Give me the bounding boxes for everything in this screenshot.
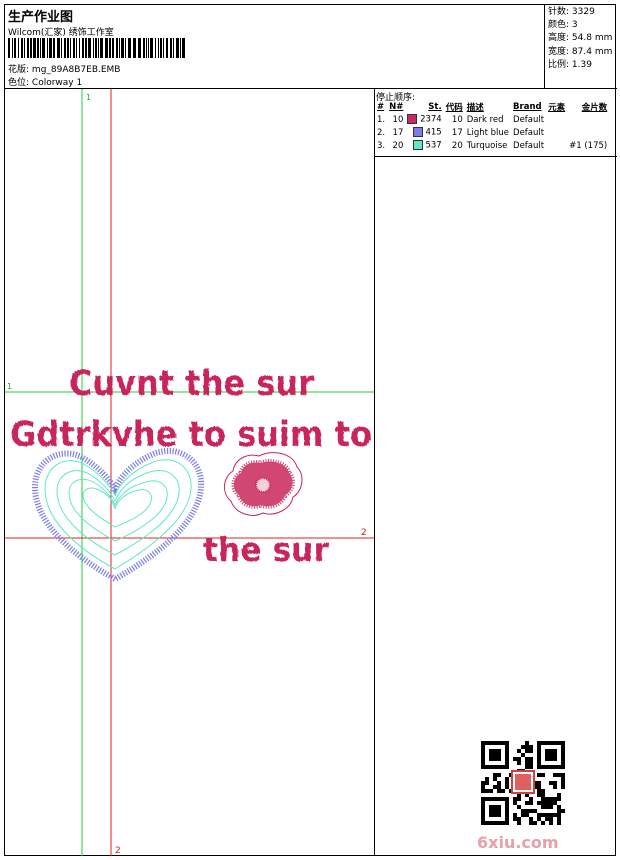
thread-code: 17 (451, 127, 463, 138)
row-index: 1. (377, 114, 386, 125)
thread-description: Turquoise (466, 140, 508, 151)
colorway-name: Colorway 1 (31, 78, 83, 88)
table-divider (375, 156, 617, 157)
design-file-line: 花版: mg_89A8B7EB.EMB (8, 62, 121, 75)
column-header: # (377, 102, 385, 112)
color-swatch (407, 114, 418, 125)
guide-label-v2: 2 (115, 846, 121, 856)
stats-panel: 针数: 3329 颜色: 3 高度: 54.8 mm 宽度: 87.4 mm 比… (545, 5, 617, 89)
flower-motif (224, 452, 303, 516)
production-worksheet: 生产作业图 Wilcom(汇家) 绣饰工作室 花版: mg_89A8B7EB.E… (4, 4, 617, 856)
column-header: Brand (513, 102, 542, 112)
thread-code: 10 (451, 114, 463, 125)
stat-height: 高度: 54.8 mm (548, 33, 613, 44)
color-swatch (412, 127, 423, 138)
qr-code (481, 741, 565, 825)
design-text-line-1: Cuvnt the sur (69, 364, 315, 404)
guide-label-h1: 1 (7, 382, 12, 391)
thread-brand: Default (513, 127, 545, 138)
embroidery-canvas: 1 1 2 2 Cuvnt the sur Gdtrkvhe to suim t… (5, 89, 374, 856)
stitch-count: 537 (405, 139, 443, 152)
stop-sequence-table: # N# St. 代码 描述 Brand 元素 金片数 1. 10 2374 10 D… (375, 101, 609, 152)
heart-motif (31, 448, 205, 583)
table-row: 3. 20 537 20 Turquoise Default #1 (175) (375, 139, 609, 152)
stat-stitches: 针数: 3329 (548, 7, 595, 17)
row-index: 2. (377, 127, 386, 138)
stop-sequence-panel: 停止顺序: # N# St. 代码 描述 Brand 元素 金片数 1. 10 2… (375, 89, 617, 856)
table-row: 1. 10 2374 10 Dark red Default (375, 113, 609, 126)
thread-description: Dark red (466, 114, 504, 125)
column-header: N# (389, 102, 404, 112)
column-header: 元素 (548, 103, 566, 113)
column-header: 描述 (466, 103, 484, 113)
colorway-label: 色位: (8, 78, 30, 88)
element (546, 113, 567, 126)
header-panel: 生产作业图 Wilcom(汇家) 绣饰工作室 花版: mg_89A8B7EB.E… (5, 5, 545, 89)
company-name: Wilcom(汇家) 绣饰工作室 (8, 28, 114, 38)
guide-label-h2: 2 (361, 528, 367, 538)
thread-number: 10 (392, 114, 404, 125)
design-file-label: 花版: (8, 65, 30, 75)
design-file-name: mg_89A8B7EB.EMB (31, 65, 121, 75)
thread-number: 17 (392, 127, 404, 138)
stat-scale: 比例: 1.39 (548, 59, 592, 70)
design-preview: 1 1 2 2 Cuvnt the sur Gdtrkvhe to suim t… (5, 89, 375, 856)
sequins (567, 113, 609, 126)
guide-label-v1: 1 (86, 93, 91, 102)
stat-width: 宽度: 87.4 mm (548, 46, 613, 57)
column-header: St. (428, 102, 442, 112)
column-header: 金片数 (581, 103, 608, 113)
colorway-line: 色位: Colorway 1 (8, 75, 82, 88)
stitch-count: 415 (405, 126, 443, 139)
page-title: 生产作业图 (8, 10, 74, 25)
table-row: 2. 17 415 17 Light blue Default (375, 126, 609, 139)
thread-description: Light blue (466, 127, 510, 138)
element (546, 126, 567, 139)
table-header-row: # N# St. 代码 描述 Brand 元素 金片数 (375, 101, 609, 113)
column-header: 代码 (445, 103, 463, 113)
sequins (567, 126, 609, 139)
design-text-line-3: the sur (203, 530, 330, 569)
color-swatch (412, 140, 423, 151)
stat-colors: 颜色: 3 (548, 20, 578, 31)
sequins: #1 (175) (569, 140, 608, 151)
thread-brand: Default (513, 140, 545, 151)
thread-number: 20 (392, 140, 404, 151)
design-text-line-2: Gdtrkvhe to suim to (10, 415, 372, 455)
brand-watermark: 6xiu.com (477, 833, 559, 852)
element (546, 139, 567, 152)
thread-brand: Default (513, 114, 545, 125)
row-index: 3. (377, 140, 386, 151)
thread-code: 20 (451, 140, 463, 151)
stitch-count: 2374 (405, 113, 443, 126)
barcode (8, 38, 185, 58)
